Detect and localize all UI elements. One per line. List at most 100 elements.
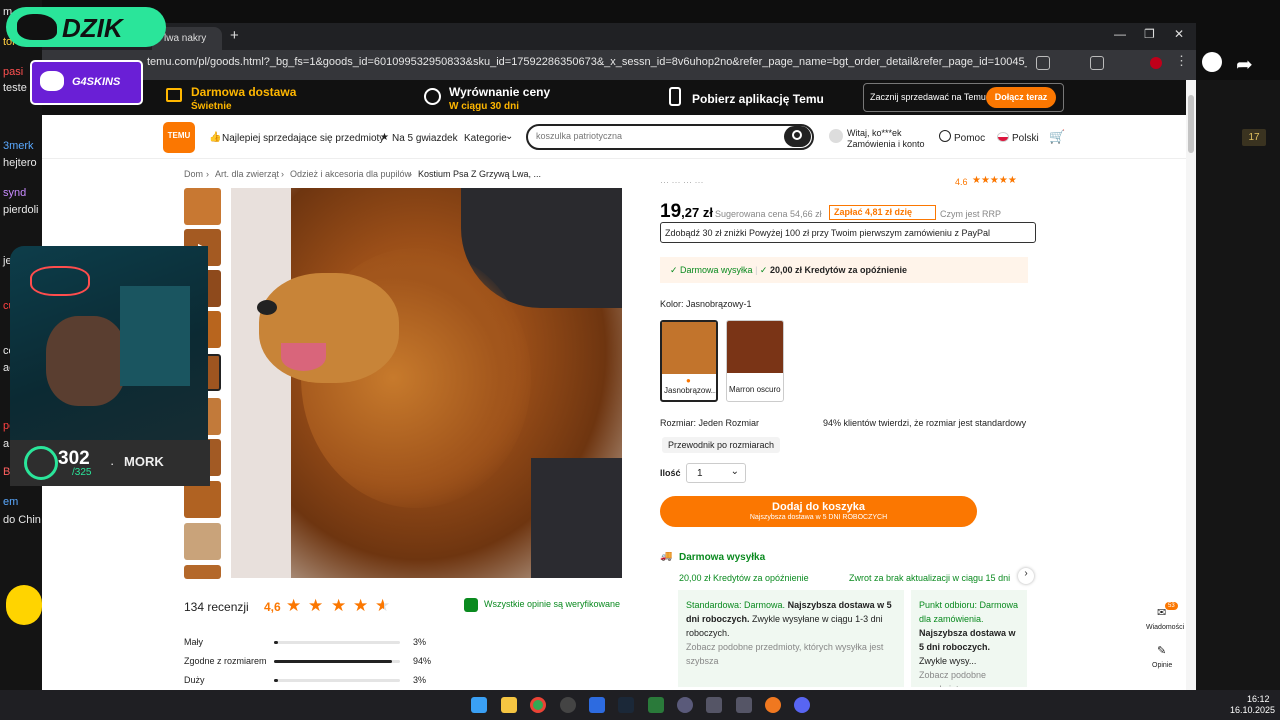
start-icon[interactable] [471,697,487,713]
language-selector[interactable]: Polski [1012,133,1039,144]
sell-text: Zacznij sprzedawać na Temu [870,92,986,102]
boar-icon [17,14,57,40]
right-badge: 17 [1242,129,1266,146]
fit-bar [274,660,400,663]
product-thumbnail[interactable] [184,565,221,579]
product-thumbnail[interactable] [184,523,221,560]
card-text: Punkt odbioru: Darmowa dla zamówienia. [919,600,1019,624]
opinion-icon[interactable]: ✎ [1157,644,1166,657]
star-icon: ★ [308,596,324,615]
join-now-button[interactable]: Dołącz teraz [986,87,1056,108]
thumb-icon: 👍 [209,132,222,143]
price: 19,27 zł [660,201,713,223]
chevron-right-icon[interactable]: › [1018,568,1034,584]
url-field[interactable]: temu.com/pl/goods.html?_bg_fs=1&goods_id… [147,56,1027,70]
nav-bestsellers[interactable]: Najlepiej sprzedające się przedmioty [222,133,384,144]
taskbar [0,690,1280,720]
neon-sign [30,266,90,296]
quantity-select[interactable]: 1 ⌄ [686,463,746,483]
card-text: Standardowa: Darmowa. [686,600,786,610]
variant-light-brown[interactable]: ● Jasnobrązow... [660,320,718,402]
star-icon: ★ [353,596,369,615]
steam-icon[interactable] [618,697,634,713]
clock-icon [1202,52,1222,72]
product-main-image[interactable] [231,188,622,578]
verified-note: Wszystkie opinie są weryfikowane [484,599,621,609]
new-tab-button[interactable]: + [230,27,239,44]
app-icon[interactable] [765,697,781,713]
streamer-face [46,316,126,406]
scrollbar-thumb[interactable] [1188,95,1194,153]
free-ship-sub: Świetnie [191,101,232,112]
goal-target: /325 [72,467,92,478]
nav-five-star[interactable]: Na 5 gwiazdek [392,133,458,144]
product-thumbnail[interactable] [184,481,221,518]
app-icon[interactable] [706,697,722,713]
chat-line: teste [3,82,27,94]
stream-top-right: ➦ [1196,30,1280,80]
add-to-cart-button[interactable]: Dodaj do koszyka Najszybsza dostawa w 5 … [660,496,977,527]
chat-line: do Chin [3,514,41,526]
paypal-coupon[interactable]: Zdobądź 30 zł zniżki Powyżej 100 zł przy… [660,222,1036,243]
minimize-icon[interactable]: — [1114,27,1126,41]
rrp-link[interactable]: Czym jest RRP [940,209,1001,219]
file-explorer-icon[interactable] [501,697,517,713]
messages-label[interactable]: Wiadomości [1146,624,1184,631]
discord-icon[interactable] [794,697,810,713]
size-guide-button[interactable]: Przewodnik po rozmiarach [662,437,781,453]
help-link[interactable]: Pomoc [954,133,985,144]
extensions-icon[interactable] [1090,56,1104,70]
nav-categories[interactable]: Kategorie [464,133,507,144]
opinions-label[interactable]: Opinie [1152,662,1172,669]
account-link[interactable]: Zamówienia i konto [847,139,925,149]
variant-image [727,321,783,373]
app-icon[interactable] [589,697,605,713]
close-icon[interactable]: ✕ [1174,27,1184,41]
variant-label: Marron oscuro [729,385,781,394]
browser-menu-icon[interactable]: ⋮ [1175,53,1188,69]
chat-emote [6,585,42,625]
app-icon[interactable] [736,697,752,713]
temu-logo[interactable]: TEMU [163,122,195,153]
product-thumbnail[interactable] [184,188,221,225]
card-link[interactable]: Zobacz podobne przedmioty, których wysył… [686,642,883,666]
profile-icon[interactable] [1150,57,1162,69]
cart-icon[interactable]: 🛒 [1049,129,1065,145]
shipping-card-pickup: Punkt odbioru: Darmowa dla zamówienia. N… [911,590,1027,687]
floating-tools: ✉ 53 Wiadomości ✎ Opinie [1143,600,1184,680]
scrollbar[interactable] [1186,80,1196,690]
variant-dark-brown[interactable]: Marron oscuro [726,320,784,402]
cast-icon[interactable] [1036,56,1050,70]
breadcrumb-clothing[interactable]: Odzież i akcesoria dla pupilów [290,169,411,179]
shipping-card-standard: Standardowa: Darmowa. Najszybsza dostawa… [678,590,904,687]
account-greeting: Witaj, ko***ek [847,128,902,138]
taskbar-date[interactable]: 16.10.2025 [1230,705,1275,715]
card-link[interactable]: Zobacz podobne przedmioty [919,670,986,687]
right-side-panel: 17 [1196,80,1280,690]
get-app-link[interactable]: Pobierz aplikację Temu [692,92,824,106]
credit-label: 20,00 zł Kredytów za opóźnienie [769,265,908,275]
seller-row: ··· ··· ··· ··· [660,177,704,187]
app-icon[interactable] [648,697,664,713]
shipping-title[interactable]: Darmowa wysyłka [679,552,765,563]
obs-icon[interactable] [677,697,693,713]
search-button[interactable] [784,126,811,147]
review-count: 134 recenzji [184,600,249,614]
share-icon: ➦ [1236,54,1253,76]
app-icon[interactable] [560,697,576,713]
flame-icon: ● [686,376,691,385]
taskbar-time[interactable]: 16:12 [1247,694,1270,704]
chat-line: hejtero [3,157,37,169]
truck-icon [166,88,182,102]
breadcrumb-pets[interactable]: Art. dla zwierząt [215,169,279,179]
rating-small: 4.6 [955,177,968,187]
tab-bar: lwa nakry + — ❐ ✕ [42,23,1196,50]
search-input[interactable]: koszulka patriotyczna [536,131,622,141]
breadcrumb-home[interactable]: Dom [184,169,203,179]
chat-line: pasi [3,66,24,78]
fit-label: Mały [184,637,204,647]
image-background [231,188,291,578]
chrome-icon[interactable] [530,697,546,713]
chat-line: em [3,496,19,508]
maximize-icon[interactable]: ❐ [1144,27,1155,41]
